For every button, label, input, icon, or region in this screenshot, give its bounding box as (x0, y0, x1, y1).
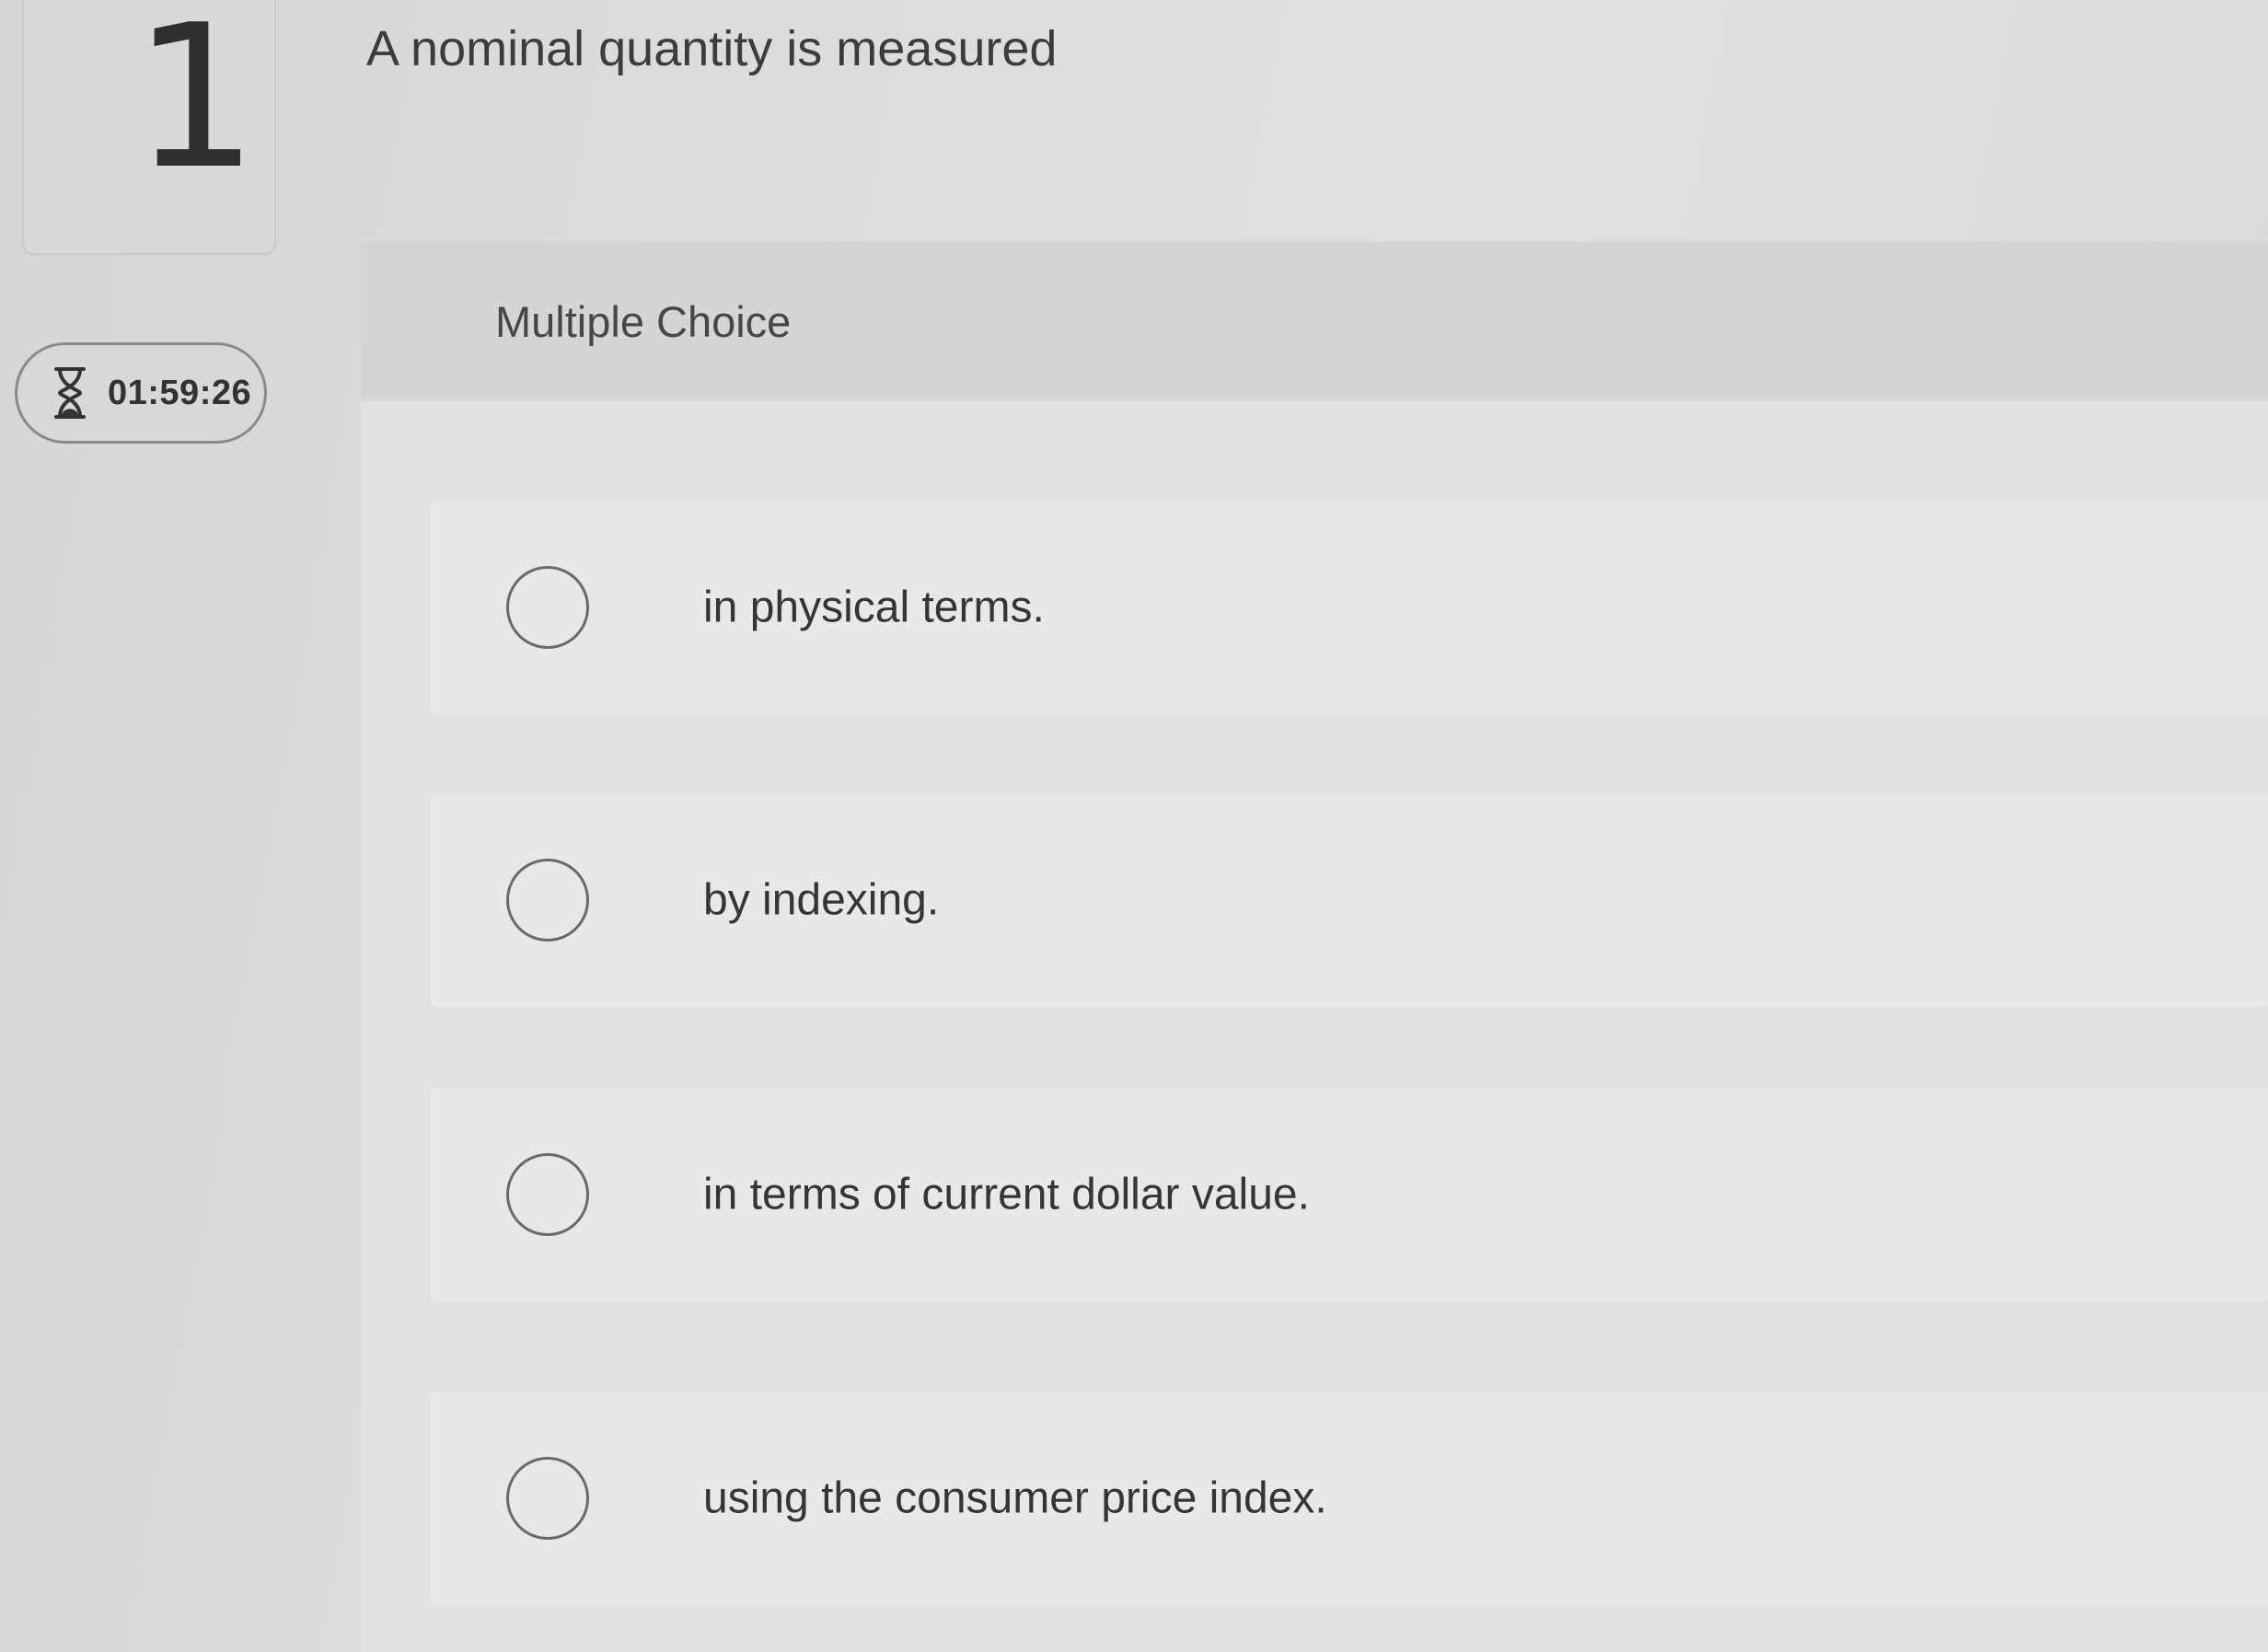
option-label: by indexing. (703, 875, 940, 925)
option-row[interactable]: in physical terms. (431, 501, 2268, 714)
radio-button[interactable] (506, 1153, 589, 1236)
hourglass-icon (52, 366, 87, 420)
question-number: 1 (133, 0, 259, 213)
question-text: A nominal quantity is measured (366, 21, 1058, 76)
option-label: using the consumer price index. (703, 1473, 1327, 1523)
option-row[interactable]: by indexing. (431, 793, 2268, 1007)
timer-badge[interactable]: 01:59:26 (15, 342, 267, 444)
option-row[interactable]: using the consumer price index. (431, 1392, 2268, 1605)
option-row[interactable]: in terms of current dollar value. (431, 1088, 2268, 1301)
answer-area: Multiple Choice in physical terms. by in… (361, 241, 2268, 1652)
radio-button[interactable] (506, 566, 589, 649)
radio-button[interactable] (506, 859, 589, 942)
question-type-band: Multiple Choice (361, 241, 2268, 401)
radio-button[interactable] (506, 1457, 589, 1540)
option-label: in terms of current dollar value. (703, 1170, 1310, 1219)
question-type-label: Multiple Choice (495, 297, 792, 346)
question-number-box: 1 (22, 0, 276, 255)
option-label: in physical terms. (703, 583, 1045, 632)
timer-value: 01:59:26 (108, 373, 252, 412)
